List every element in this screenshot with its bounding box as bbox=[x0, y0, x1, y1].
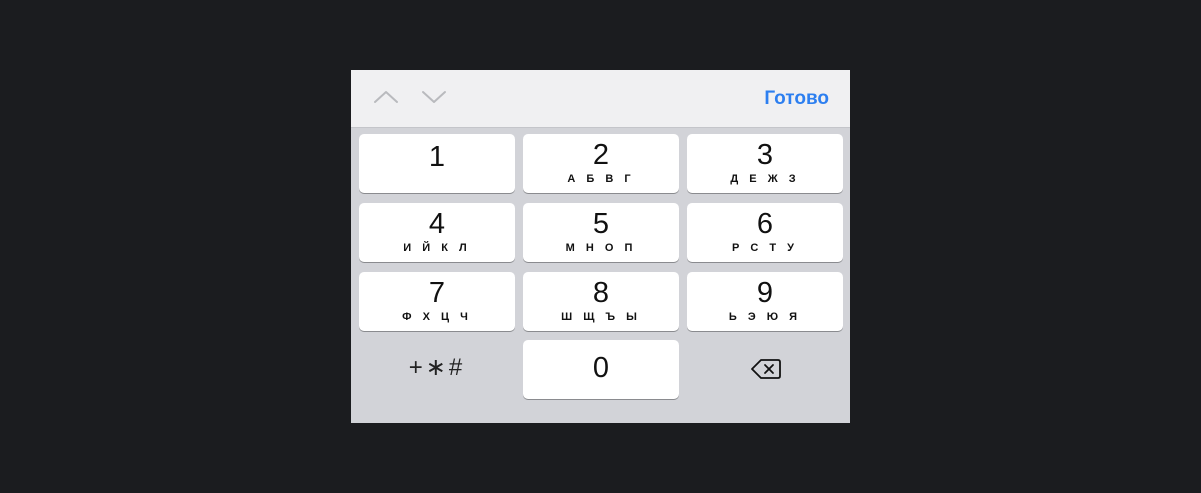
key-5[interactable]: 5 М Н О П bbox=[523, 203, 679, 262]
key-6[interactable]: 6 Р С Т У bbox=[687, 203, 843, 262]
backspace-key[interactable] bbox=[687, 340, 843, 399]
key-digit: 9 bbox=[756, 277, 774, 309]
key-letters: Ф Х Ц Ч bbox=[402, 311, 472, 323]
keyboard-toolbar: Готово bbox=[351, 70, 850, 128]
key-digit: 1 bbox=[428, 141, 446, 173]
key-letters: И Й К Л bbox=[403, 242, 471, 254]
symbols-key[interactable]: +∗# bbox=[359, 340, 515, 399]
key-digit: 0 bbox=[592, 352, 610, 384]
key-3[interactable]: 3 Д Е Ж З bbox=[687, 134, 843, 193]
key-4[interactable]: 4 И Й К Л bbox=[359, 203, 515, 262]
key-7[interactable]: 7 Ф Х Ц Ч bbox=[359, 272, 515, 331]
key-digit: 4 bbox=[428, 208, 446, 240]
key-2[interactable]: 2 А Б В Г bbox=[523, 134, 679, 193]
key-letters: М Н О П bbox=[565, 242, 637, 254]
backspace-icon bbox=[751, 359, 781, 379]
key-letters: Д Е Ж З bbox=[730, 173, 800, 185]
key-digit: 3 bbox=[756, 139, 774, 171]
key-0[interactable]: 0 bbox=[523, 340, 679, 399]
key-digit: 5 bbox=[592, 208, 610, 240]
key-9[interactable]: 9 Ь Э Ю Я bbox=[687, 272, 843, 331]
done-button[interactable]: Готово bbox=[764, 88, 829, 110]
key-letters: Ь Э Ю Я bbox=[728, 311, 802, 323]
key-letters: А Б В Г bbox=[567, 173, 635, 185]
key-1[interactable]: 1 bbox=[359, 134, 515, 193]
numeric-keypad: Готово 1 2 А Б В Г 3 Д Е Ж З 4 И Й К Л 5… bbox=[351, 70, 850, 423]
symbols-label: +∗# bbox=[408, 354, 466, 381]
key-digit: 2 bbox=[592, 139, 610, 171]
key-digit: 8 bbox=[592, 277, 610, 309]
key-8[interactable]: 8 Ш Щ Ъ Ы bbox=[523, 272, 679, 331]
key-digit: 6 bbox=[756, 208, 774, 240]
key-letters: Р С Т У bbox=[731, 242, 798, 254]
chevron-up-icon[interactable] bbox=[373, 87, 399, 107]
chevron-down-icon[interactable] bbox=[421, 87, 447, 107]
key-digit: 7 bbox=[428, 277, 446, 309]
key-letters: Ш Щ Ъ Ы bbox=[561, 311, 641, 323]
